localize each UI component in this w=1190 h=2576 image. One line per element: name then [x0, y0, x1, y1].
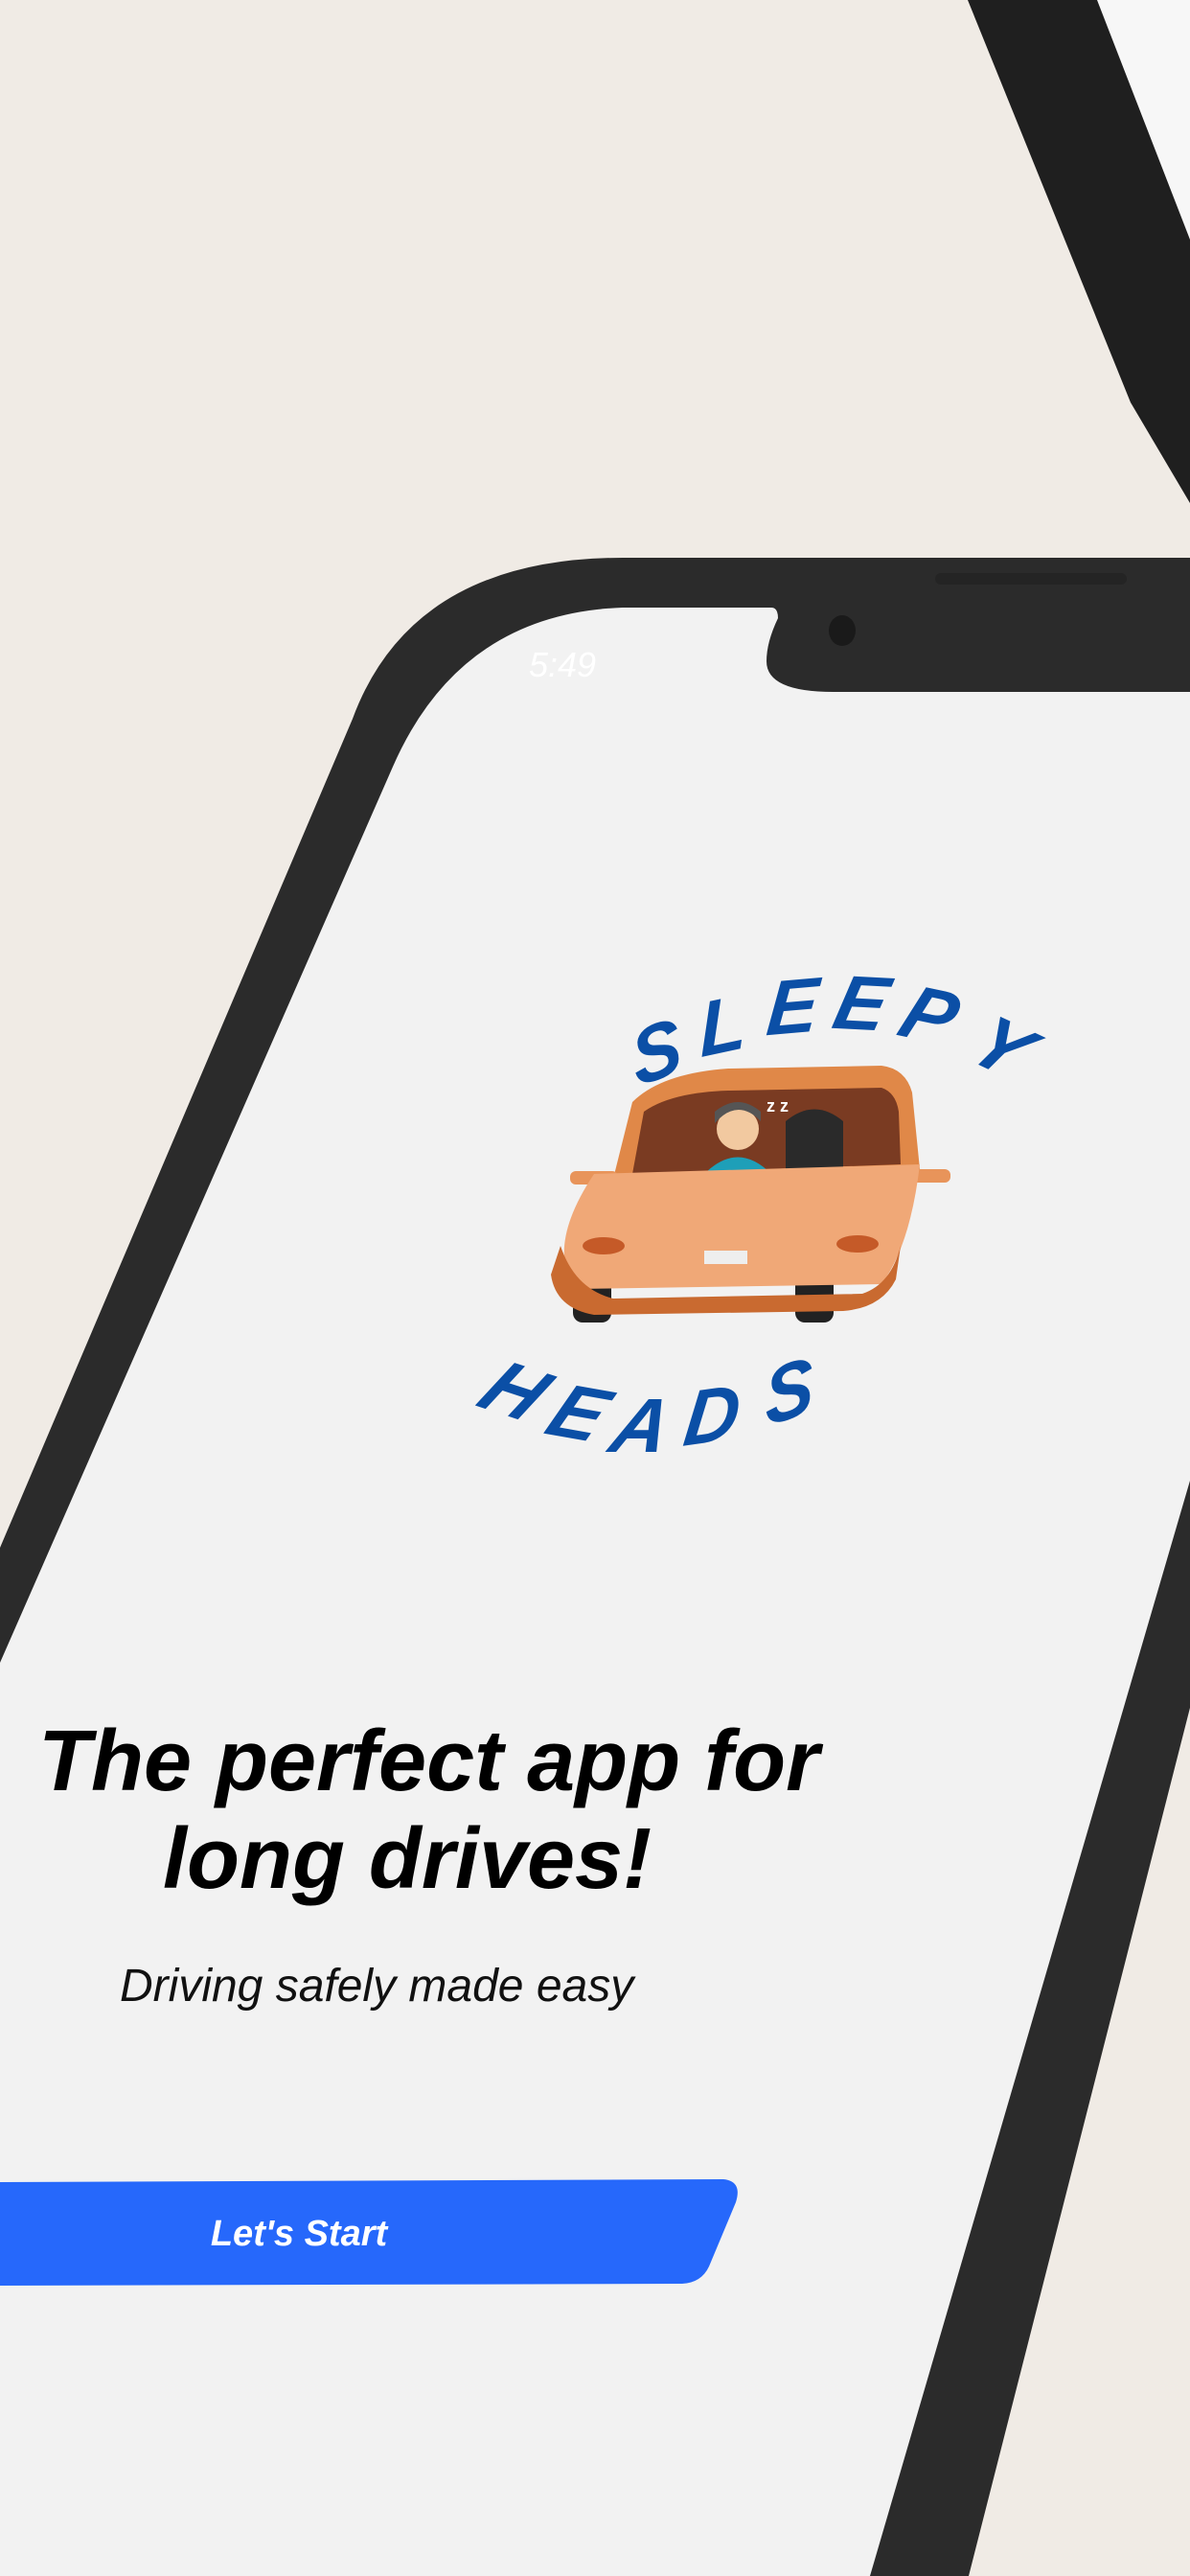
hero-subtitle: Driving safely made easy [120, 1961, 636, 2012]
speaker-grille [935, 573, 1127, 585]
hero-title-line1: The perfect app for [38, 1714, 824, 1809]
promo-canvas: 5:49 S L E E P Y H E A D S z z The perfe… [0, 0, 1190, 2576]
logo-letter: L [698, 978, 747, 1074]
svg-text:z z: z z [767, 1096, 789, 1116]
lets-start-label: Let's Start [211, 2214, 389, 2254]
front-camera [829, 615, 856, 646]
hero-title-line2: long drives! [163, 1811, 652, 1907]
logo-letter: S [763, 1340, 816, 1444]
status-time: 5:49 [529, 645, 596, 684]
logo-letter: E [764, 961, 824, 1052]
lets-start-button[interactable]: Let's Start [0, 2179, 738, 2286]
